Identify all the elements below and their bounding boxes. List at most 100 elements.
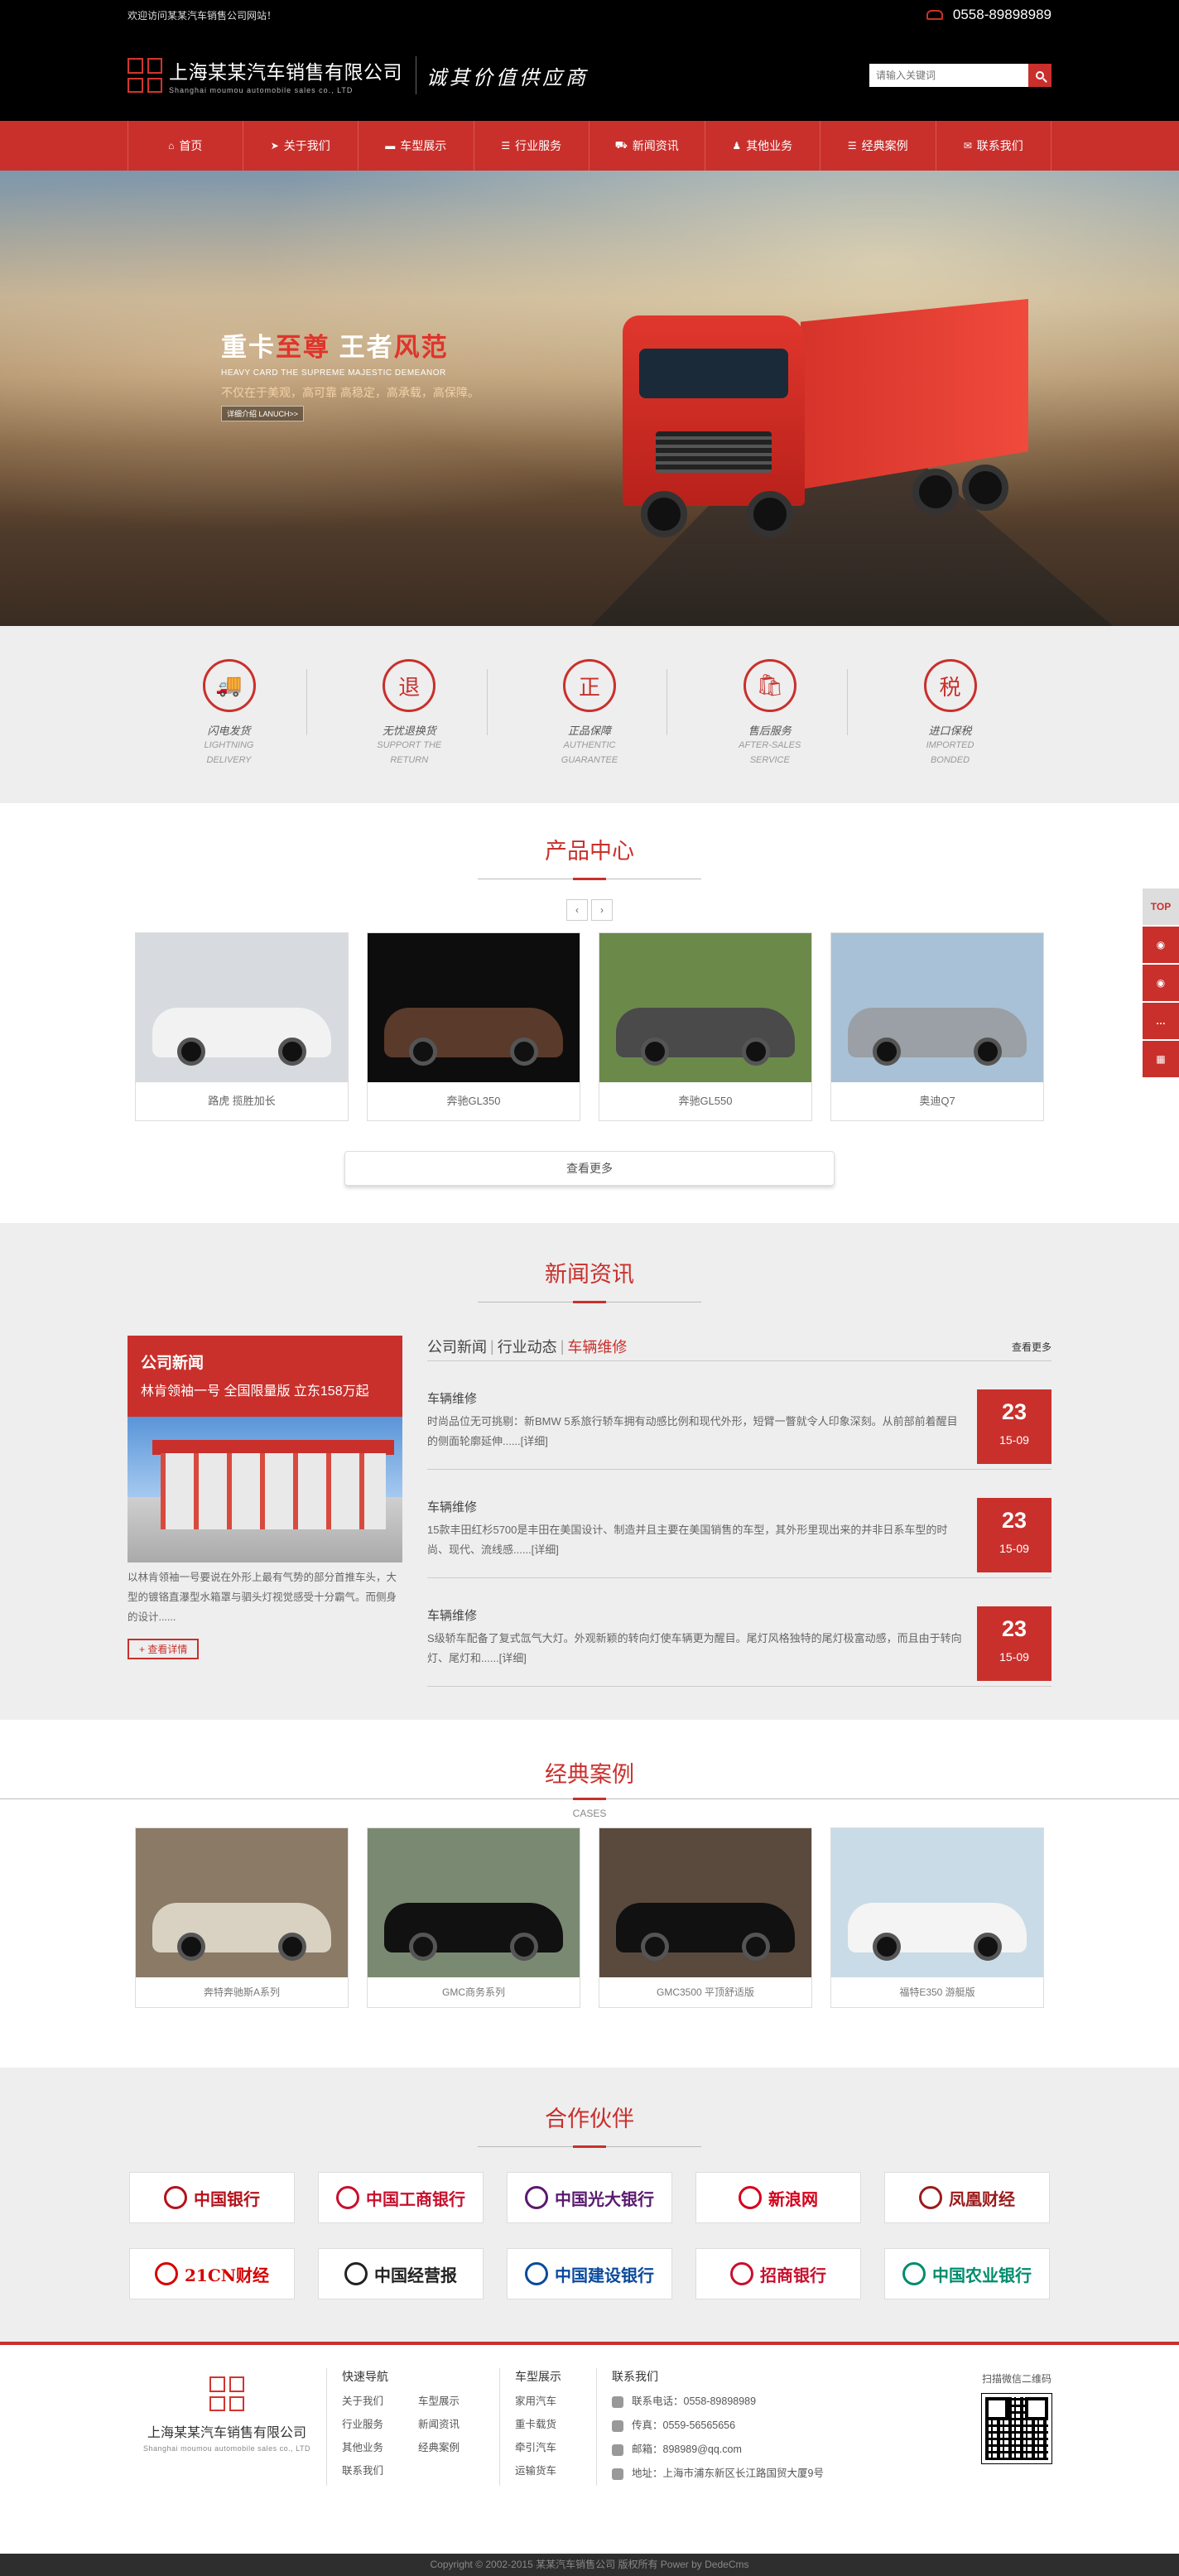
car-image[interactable] xyxy=(136,933,348,1082)
news-item-title[interactable]: 车辆维修 xyxy=(427,1498,962,1515)
footer-link[interactable]: 运输货车 xyxy=(515,2459,581,2482)
partner-logo[interactable]: 新浪网 xyxy=(695,2172,861,2223)
partner-name: 中国农业银行 xyxy=(932,2265,1032,2285)
news-item-detail-link[interactable]: [详细] xyxy=(499,1652,527,1664)
footer-link[interactable]: 重卡载货 xyxy=(515,2413,581,2436)
footer-link[interactable]: 关于我们 xyxy=(342,2390,418,2413)
product-card[interactable]: 奥迪Q7 xyxy=(830,932,1044,1121)
car-image[interactable] xyxy=(368,933,580,1082)
nav-item-2[interactable]: ▬ 车型展示 xyxy=(359,121,474,171)
car-image[interactable] xyxy=(368,1828,580,1977)
news-item[interactable]: 车辆维修 15款丰田红杉5700是丰田在美国设计、制造并且主要在美国销售的车型，其… xyxy=(427,1498,1051,1578)
car-image[interactable] xyxy=(831,1828,1043,1977)
car-name[interactable]: 奔驰GL350 xyxy=(368,1082,580,1120)
partner-logo[interactable]: 中国工商银行 xyxy=(318,2172,484,2223)
car-name[interactable]: 奔驰GL550 xyxy=(599,1082,811,1120)
tab-company-news[interactable]: 公司新闻 xyxy=(427,1336,487,1357)
nav-item-5[interactable]: ♟ 其他业务 xyxy=(705,121,820,171)
hero-banner[interactable]: 重卡至尊 王者风范 HEAVY CARD THE SUPREME MAJESTI… xyxy=(0,171,1179,626)
footer-link[interactable]: 联系我们 xyxy=(342,2459,418,2482)
chat-icon[interactable]: … xyxy=(1143,1003,1179,1039)
news-more-link[interactable]: 查看更多 xyxy=(1012,1340,1051,1354)
car-name[interactable]: 路虎 揽胜加长 xyxy=(136,1082,348,1120)
tab-repair[interactable]: 车辆维修 xyxy=(567,1336,627,1357)
products-prev-button[interactable]: ‹ xyxy=(566,899,588,921)
car-name[interactable]: GMC商务系列 xyxy=(368,1977,580,2007)
cases-title: 经典案例 xyxy=(545,1762,634,1787)
back-to-top-button[interactable]: TOP xyxy=(1143,888,1179,925)
partner-logo[interactable]: 招商银行 xyxy=(695,2248,861,2299)
qq-icon[interactable]: ◉ xyxy=(1143,927,1179,963)
featured-news-detail-button[interactable]: + 查看详情 xyxy=(128,1639,200,1659)
car-image[interactable] xyxy=(136,1828,348,1977)
welcome-text: 欢迎访问某某汽车销售公司网站！ xyxy=(128,9,277,22)
news-item-detail-link[interactable]: [详细] xyxy=(532,1543,559,1556)
location-icon xyxy=(612,2468,623,2480)
partner-logo[interactable]: 中国光大银行 xyxy=(507,2172,672,2223)
banner-subtitle: HEAVY CARD THE SUPREME MAJESTIC DEMEANOR xyxy=(221,368,446,378)
nav-item-7[interactable]: ✉ 联系我们 xyxy=(936,121,1051,171)
car-name[interactable]: 福特E350 游艇版 xyxy=(831,1977,1043,2007)
partner-logo[interactable]: 中国建设银行 xyxy=(507,2248,672,2299)
nav-item-label: 行业服务 xyxy=(515,139,562,152)
search-button[interactable] xyxy=(1028,64,1051,87)
nav-item-1[interactable]: ➤ 关于我们 xyxy=(243,121,359,171)
logo-icon[interactable] xyxy=(128,58,162,93)
featured-news-head[interactable]: 公司新闻 林肯领袖一号 全国限量版 立东158万起 xyxy=(128,1336,402,1417)
news-item-title[interactable]: 车辆维修 xyxy=(427,1606,962,1624)
product-card[interactable]: 奔驰GL550 xyxy=(599,932,812,1121)
feature-en-1: AFTER-SALES xyxy=(739,740,801,750)
car-name[interactable]: 奔特奔驰斯A系列 xyxy=(136,1977,348,2007)
footer-link[interactable]: 经典案例 xyxy=(418,2436,484,2459)
footer-link[interactable]: 行业服务 xyxy=(342,2413,418,2436)
featured-news-image[interactable] xyxy=(128,1417,402,1562)
product-card[interactable]: 路虎 揽胜加长 xyxy=(135,932,349,1121)
qr-code-icon[interactable]: ▦ xyxy=(1143,1041,1179,1077)
partner-logo[interactable]: 中国经营报 xyxy=(318,2248,484,2299)
partner-logo[interactable]: 中国农业银行 xyxy=(884,2248,1050,2299)
footer-quick-nav: 快速导航 关于我们 车型展示 行业服务 新闻资讯 其他业务 经典案例 联系我们 xyxy=(326,2368,499,2486)
footer-company-name: 上海某某汽车销售有限公司 xyxy=(147,2426,306,2440)
qq-icon[interactable]: ◉ xyxy=(1143,965,1179,1001)
partners-title: 合作伙伴 xyxy=(545,2107,634,2131)
search-input[interactable] xyxy=(869,64,1028,87)
product-card[interactable]: 奔特奔驰斯A系列 xyxy=(135,1827,349,2008)
partner-logo-icon xyxy=(739,2186,762,2209)
news-item-detail-link[interactable]: [详细] xyxy=(521,1435,548,1447)
car-name[interactable]: 奥迪Q7 xyxy=(831,1082,1043,1120)
product-card[interactable]: GMC3500 平顶舒适版 xyxy=(599,1827,812,2008)
product-card[interactable]: 奔驰GL350 xyxy=(367,932,580,1121)
partner-name: 招商银行 xyxy=(760,2265,826,2285)
partner-logo[interactable]: 中国银行 xyxy=(129,2172,295,2223)
product-card[interactable]: GMC商务系列 xyxy=(367,1827,580,2008)
nav-item-3[interactable]: ☰ 行业服务 xyxy=(474,121,590,171)
news-item[interactable]: 车辆维修 时尚品位无可挑剔：新BMW 5系旅行轿车拥有动感比例和现代外形，短臂一瞥… xyxy=(427,1389,1051,1470)
news-date: 23 15-09 xyxy=(977,1606,1051,1681)
nav-item-0[interactable]: ⌂ 首页 xyxy=(128,121,243,171)
product-card[interactable]: 福特E350 游艇版 xyxy=(830,1827,1044,2008)
footer-link[interactable]: 新闻资讯 xyxy=(418,2413,484,2436)
footer-link[interactable]: 家用汽车 xyxy=(515,2390,581,2413)
partner-logo-icon xyxy=(164,2186,187,2209)
footer-link[interactable]: 牵引汽车 xyxy=(515,2436,581,2459)
car-image[interactable] xyxy=(599,1828,811,1977)
partner-logo[interactable]: 21CN财经 xyxy=(129,2248,295,2299)
nav-item-4[interactable]: ⛟ 新闻资讯 xyxy=(590,121,705,171)
car-image[interactable] xyxy=(599,933,811,1082)
partner-logo[interactable]: 凤凰财经 xyxy=(884,2172,1050,2223)
tab-industry-news[interactable]: 行业动态 xyxy=(498,1336,557,1357)
logo[interactable]: 上海某某汽车销售有限公司 Shanghai moumou automobile … xyxy=(169,56,402,94)
footer-link[interactable]: 其他业务 xyxy=(342,2436,418,2459)
news-item[interactable]: 车辆维修 S级轿车配备了复式氙气大灯。外观新颖的转向灯使车辆更为醒目。尾灯风格独特… xyxy=(427,1606,1051,1687)
footer-logo[interactable]: 上海某某汽车销售有限公司 Shanghai moumou automobile … xyxy=(128,2368,326,2486)
footer-link[interactable]: 车型展示 xyxy=(418,2390,484,2413)
car-image[interactable] xyxy=(831,933,1043,1082)
news-item-summary: 15款丰田红杉5700是丰田在美国设计、制造并且主要在美国销售的车型，其外形里现… xyxy=(427,1524,948,1556)
car-name[interactable]: GMC3500 平顶舒适版 xyxy=(599,1977,811,2007)
banner-detail-button[interactable]: 详细介绍 LANUCH>> xyxy=(221,406,305,421)
news-section: 新闻资讯 公司新闻 林肯领袖一号 全国限量版 立东158万起 以林肯领袖一号要说… xyxy=(0,1223,1179,1720)
products-next-button[interactable]: › xyxy=(591,899,613,921)
nav-item-6[interactable]: ☰ 经典案例 xyxy=(820,121,936,171)
news-item-title[interactable]: 车辆维修 xyxy=(427,1389,962,1407)
products-more-button[interactable]: 查看更多 xyxy=(344,1151,835,1186)
